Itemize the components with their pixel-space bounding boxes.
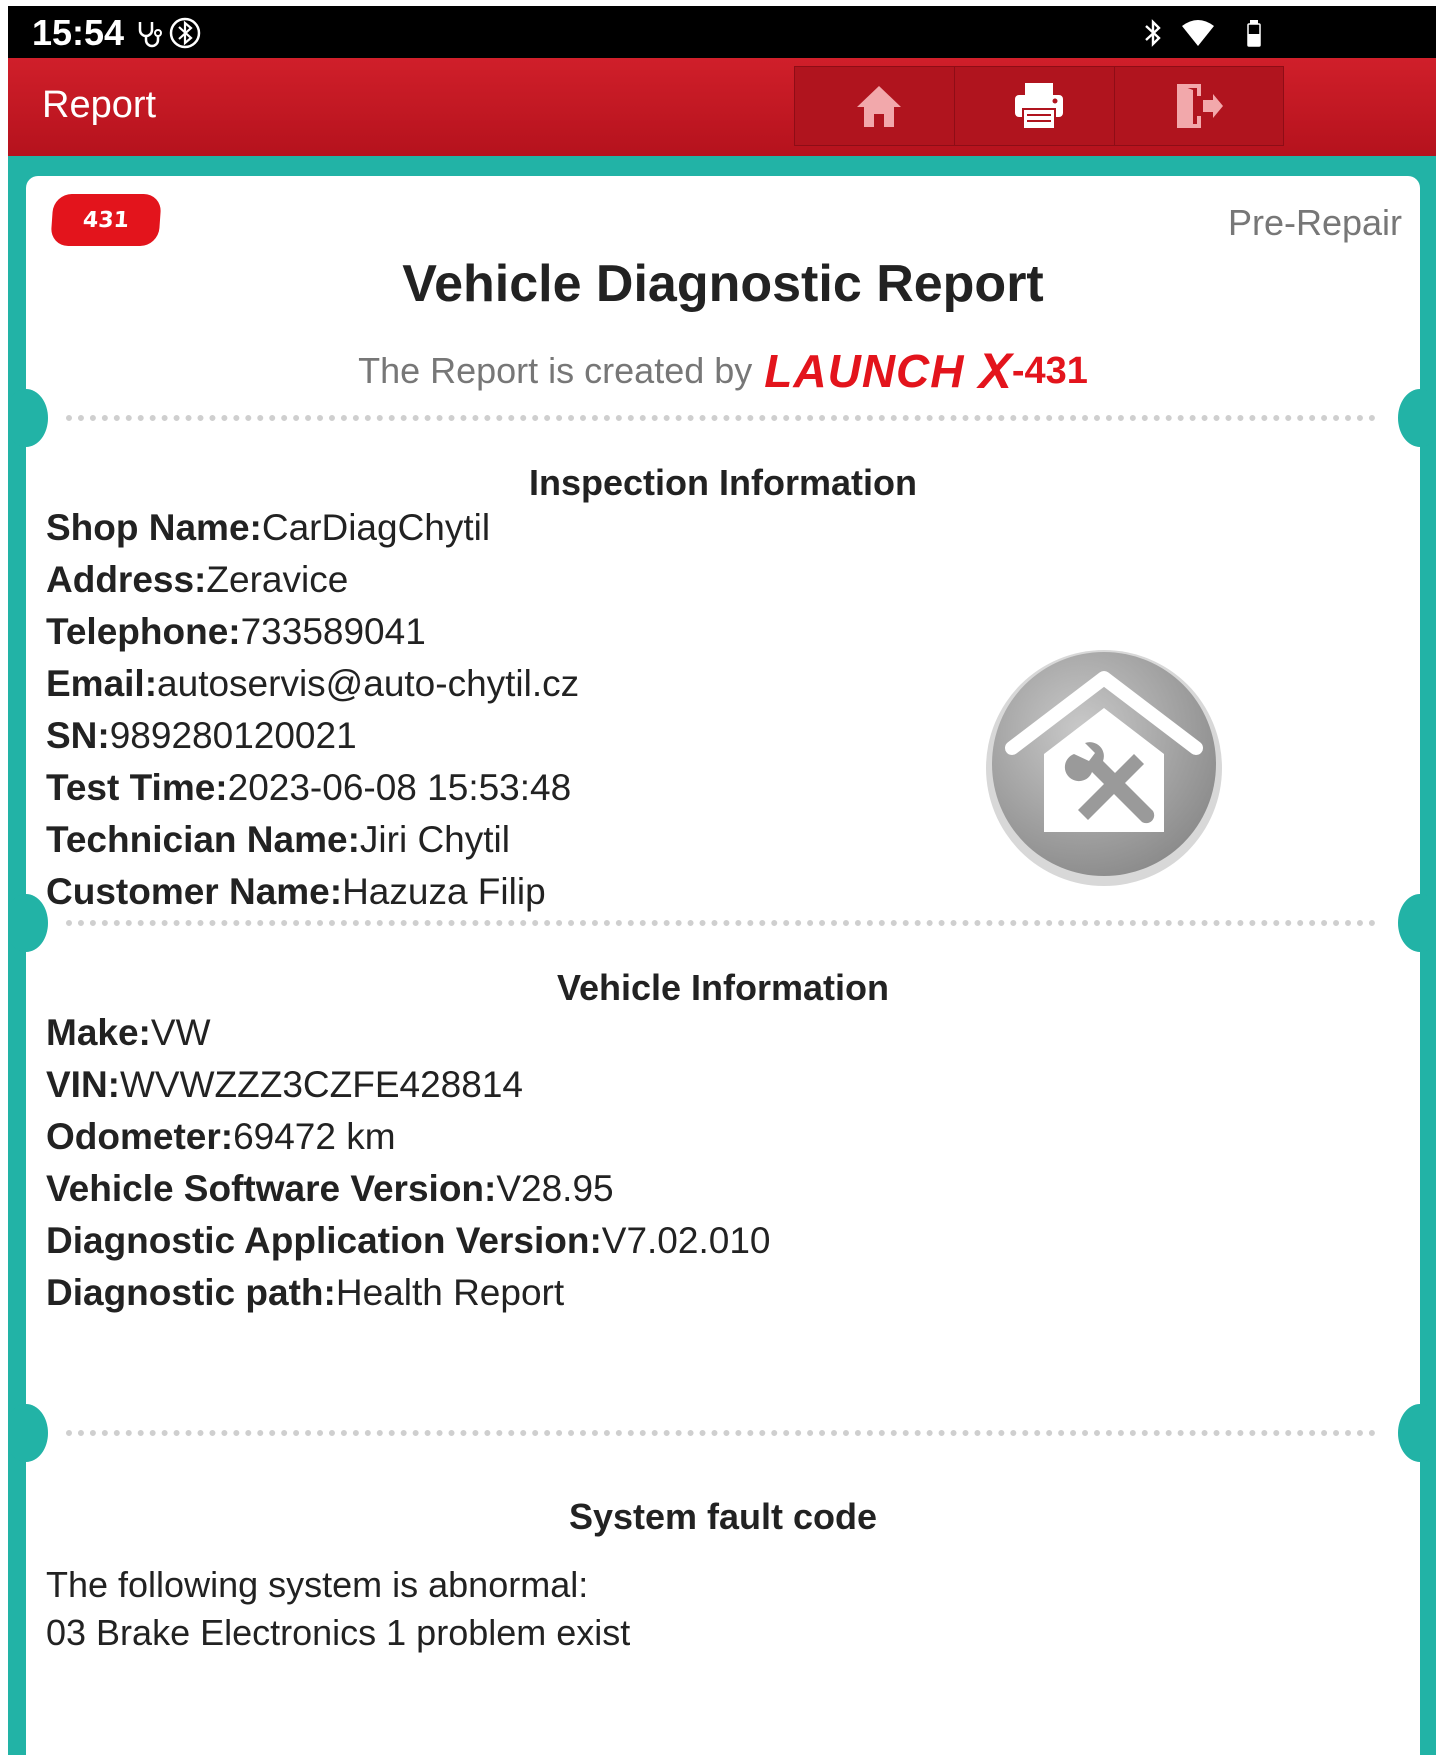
vehicle-heading: Vehicle Information [556, 967, 890, 1008]
info-row-customer: Customer Name:Hazuza Filip [46, 871, 546, 912]
section-divider [66, 415, 1376, 421]
fault-system-line: 03 Brake Electronics 1 problem exist [46, 1612, 631, 1653]
app-bar: Report [8, 58, 1436, 156]
info-row-sn: SN:989280120021 [46, 715, 357, 756]
app-frame: 15:54 Report 431 Pre-Repair Vehicle Diag… [8, 6, 1436, 1755]
ticket-notch [8, 1404, 48, 1462]
bluetooth-circle-icon [168, 16, 202, 50]
fault-heading: System fault code [568, 1496, 878, 1537]
ticket-notch [1398, 894, 1436, 952]
report-stage: Pre-Repair [1227, 202, 1402, 243]
repair-shop-icon [974, 636, 1234, 896]
info-row-vin: VIN:WVWZZZ3CZFE428814 [46, 1064, 523, 1105]
status-time: 15:54 [32, 12, 125, 53]
section-divider [66, 1430, 1376, 1436]
launch-logo-model: -431 [1011, 349, 1088, 392]
exit-door-icon [1177, 84, 1223, 128]
ticket-notch [1398, 389, 1436, 447]
battery-icon [1246, 16, 1262, 50]
wifi-icon [1180, 16, 1216, 50]
x431-badge: 431 [50, 194, 162, 246]
status-bar: 15:54 [8, 6, 1436, 58]
print-button[interactable] [954, 66, 1124, 146]
info-row-address: Address:Zeravice [46, 559, 349, 600]
info-row-odometer: Odometer:69472 km [46, 1116, 396, 1157]
inspection-info-list: Shop Name:CarDiagChytil Address:Zeravice… [46, 502, 579, 918]
app-title: Report [42, 84, 157, 126]
launch-logo-name: LAUNCH [764, 345, 965, 397]
printer-icon [1015, 83, 1063, 130]
launch-logo: LAUNCH X -431 [764, 334, 1088, 408]
stethoscope-icon [136, 16, 162, 50]
launch-logo-x: X [978, 343, 1012, 399]
home-icon [857, 86, 901, 127]
bluetooth-icon [1142, 16, 1164, 50]
info-row-diagnostic-path: Diagnostic path:Health Report [46, 1272, 565, 1313]
info-row-technician: Technician Name:Jiri Chytil [46, 819, 510, 860]
report-card: 431 Pre-Repair Vehicle Diagnostic Report… [8, 176, 1436, 1755]
fault-intro: The following system is abnormal: [46, 1564, 589, 1605]
report-title: Vehicle Diagnostic Report [402, 255, 1044, 313]
info-row-make: Make:VW [46, 1012, 211, 1053]
vehicle-info-list: Make:VW VIN:WVWZZZ3CZFE428814 Odometer:6… [46, 1007, 770, 1319]
info-row-shop-name: Shop Name:CarDiagChytil [46, 507, 491, 548]
exit-button[interactable] [1114, 66, 1284, 146]
ticket-notch [8, 389, 48, 447]
info-row-test-time: Test Time:2023-06-08 15:53:48 [46, 767, 572, 808]
report-subtitle: The Report is created by [358, 350, 753, 391]
home-button[interactable] [794, 66, 964, 146]
ticket-notch [8, 894, 48, 952]
info-row-email: Email:autoservis@auto-chytil.cz [46, 663, 580, 704]
ticket-notch [1398, 1404, 1436, 1462]
report-subtitle-row: The Report is created by LAUNCH X -431 [26, 334, 1420, 408]
info-row-app-version: Diagnostic Application Version:V7.02.010 [46, 1220, 771, 1261]
section-divider [66, 920, 1376, 926]
inspection-heading: Inspection Information [528, 462, 917, 503]
info-row-vehicle-software: Vehicle Software Version:V28.95 [46, 1168, 614, 1209]
info-row-telephone: Telephone:733589041 [46, 611, 426, 652]
